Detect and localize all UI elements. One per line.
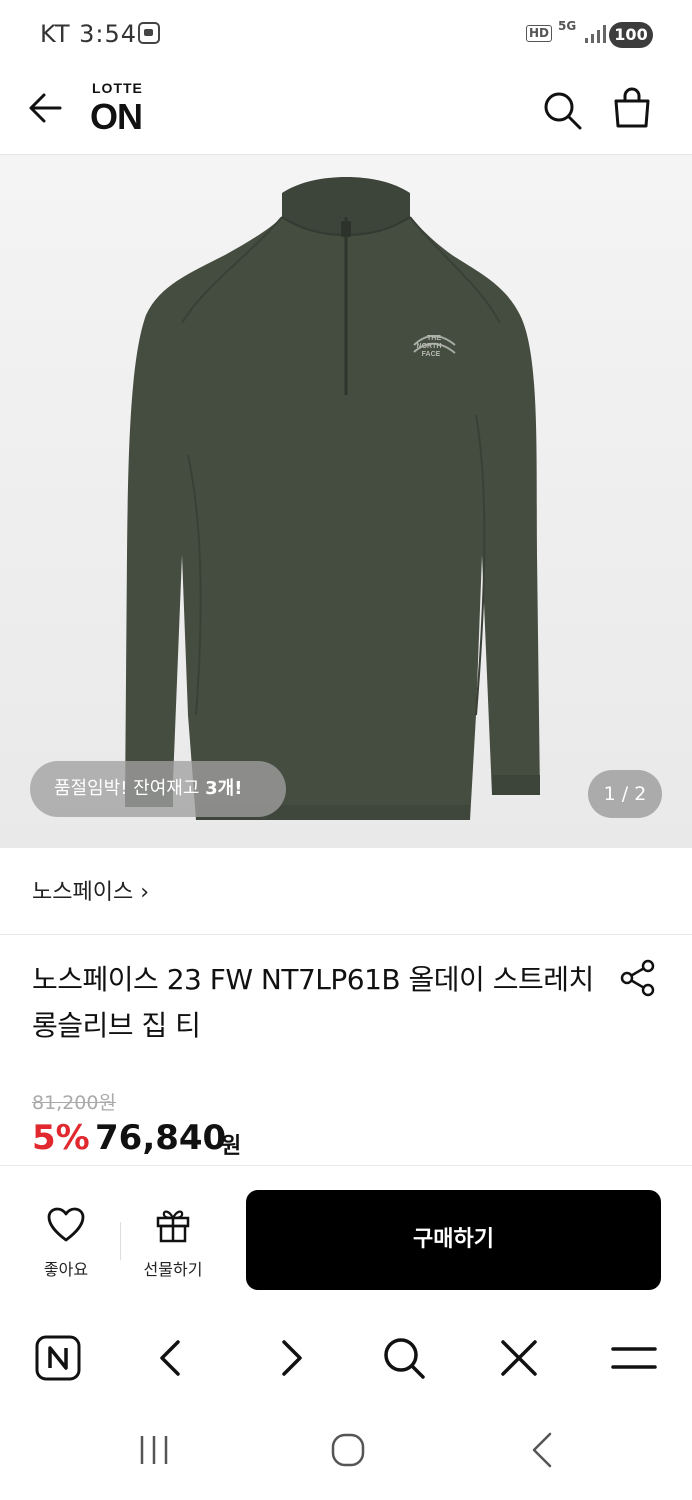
sale-price: 76,840 <box>95 1118 227 1158</box>
brand-logo-line-1: THE <box>427 335 441 342</box>
product-photo-shirt: THE NORTH FACE <box>125 177 540 820</box>
stock-badge-count: 3개! <box>205 778 243 799</box>
lotte-on-logo[interactable]: LOTTE ON <box>90 80 160 140</box>
heart-icon <box>47 1207 85 1242</box>
action-divider <box>120 1222 121 1260</box>
home-icon[interactable] <box>328 1430 368 1470</box>
back-arrow-icon[interactable] <box>26 88 66 128</box>
image-page-counter: 1 / 2 <box>588 770 662 818</box>
gift-label: 선물하기 <box>143 1260 203 1279</box>
browser-forward-icon[interactable] <box>266 1334 314 1382</box>
search-icon[interactable] <box>540 88 584 132</box>
like-label: 좋아요 <box>43 1260 89 1279</box>
browser-search-icon[interactable] <box>380 1334 428 1382</box>
shopping-bag-icon[interactable] <box>610 86 654 130</box>
battery-indicator: 100 <box>609 22 653 48</box>
browser-close-icon[interactable] <box>495 1334 543 1382</box>
stock-badge: 품절임박! 잔여재고 3개! <box>30 761 286 817</box>
browser-back-icon[interactable] <box>148 1334 196 1382</box>
brand-logo-line-3: FACE <box>422 351 441 358</box>
logo-on-text: ON <box>90 96 143 137</box>
network-5g: 5G <box>558 19 577 33</box>
like-button[interactable]: 좋아요 <box>28 1206 104 1279</box>
browser-toolbar <box>0 1314 692 1406</box>
status-bar: KT 3:54 HD 5G 100 <box>0 0 692 70</box>
gift-button[interactable]: 선물하기 <box>134 1206 212 1279</box>
app-header: LOTTE ON <box>0 70 692 155</box>
purchase-action-bar: 좋아요 선물하기 구매하기 <box>0 1165 692 1315</box>
system-navigation-bar <box>0 1406 692 1500</box>
brand-logo-line-2: NORTH <box>417 343 442 350</box>
recent-apps-icon[interactable] <box>134 1430 174 1470</box>
original-price: 81,200원 <box>32 1092 116 1114</box>
discount-rate: 5% <box>32 1118 90 1158</box>
carrier-time: KT 3:54 <box>40 20 138 48</box>
buy-button[interactable]: 구매하기 <box>246 1190 661 1290</box>
brand-link[interactable]: 노스페이스 › <box>32 874 149 906</box>
sale-price-unit: 원 <box>221 1134 242 1159</box>
system-back-icon[interactable] <box>522 1430 562 1470</box>
screen-record-icon <box>138 22 160 44</box>
browser-menu-icon[interactable] <box>610 1334 658 1382</box>
brand-row: 노스페이스 › <box>0 848 692 935</box>
product-image-carousel[interactable]: THE NORTH FACE <box>0 155 692 848</box>
stock-badge-text: 품절임박! 잔여재고 <box>54 778 206 799</box>
naver-home-icon[interactable] <box>34 1334 82 1382</box>
signal-icon <box>585 25 606 43</box>
hd-indicator: HD <box>526 25 553 42</box>
logo-lotte-text: LOTTE <box>92 80 143 96</box>
share-icon[interactable] <box>618 958 658 998</box>
product-title: 노스페이스 23 FW NT7LP61B 올데이 스트레치 롱슬리브 집 티 <box>32 963 594 1042</box>
gift-icon <box>156 1210 190 1243</box>
